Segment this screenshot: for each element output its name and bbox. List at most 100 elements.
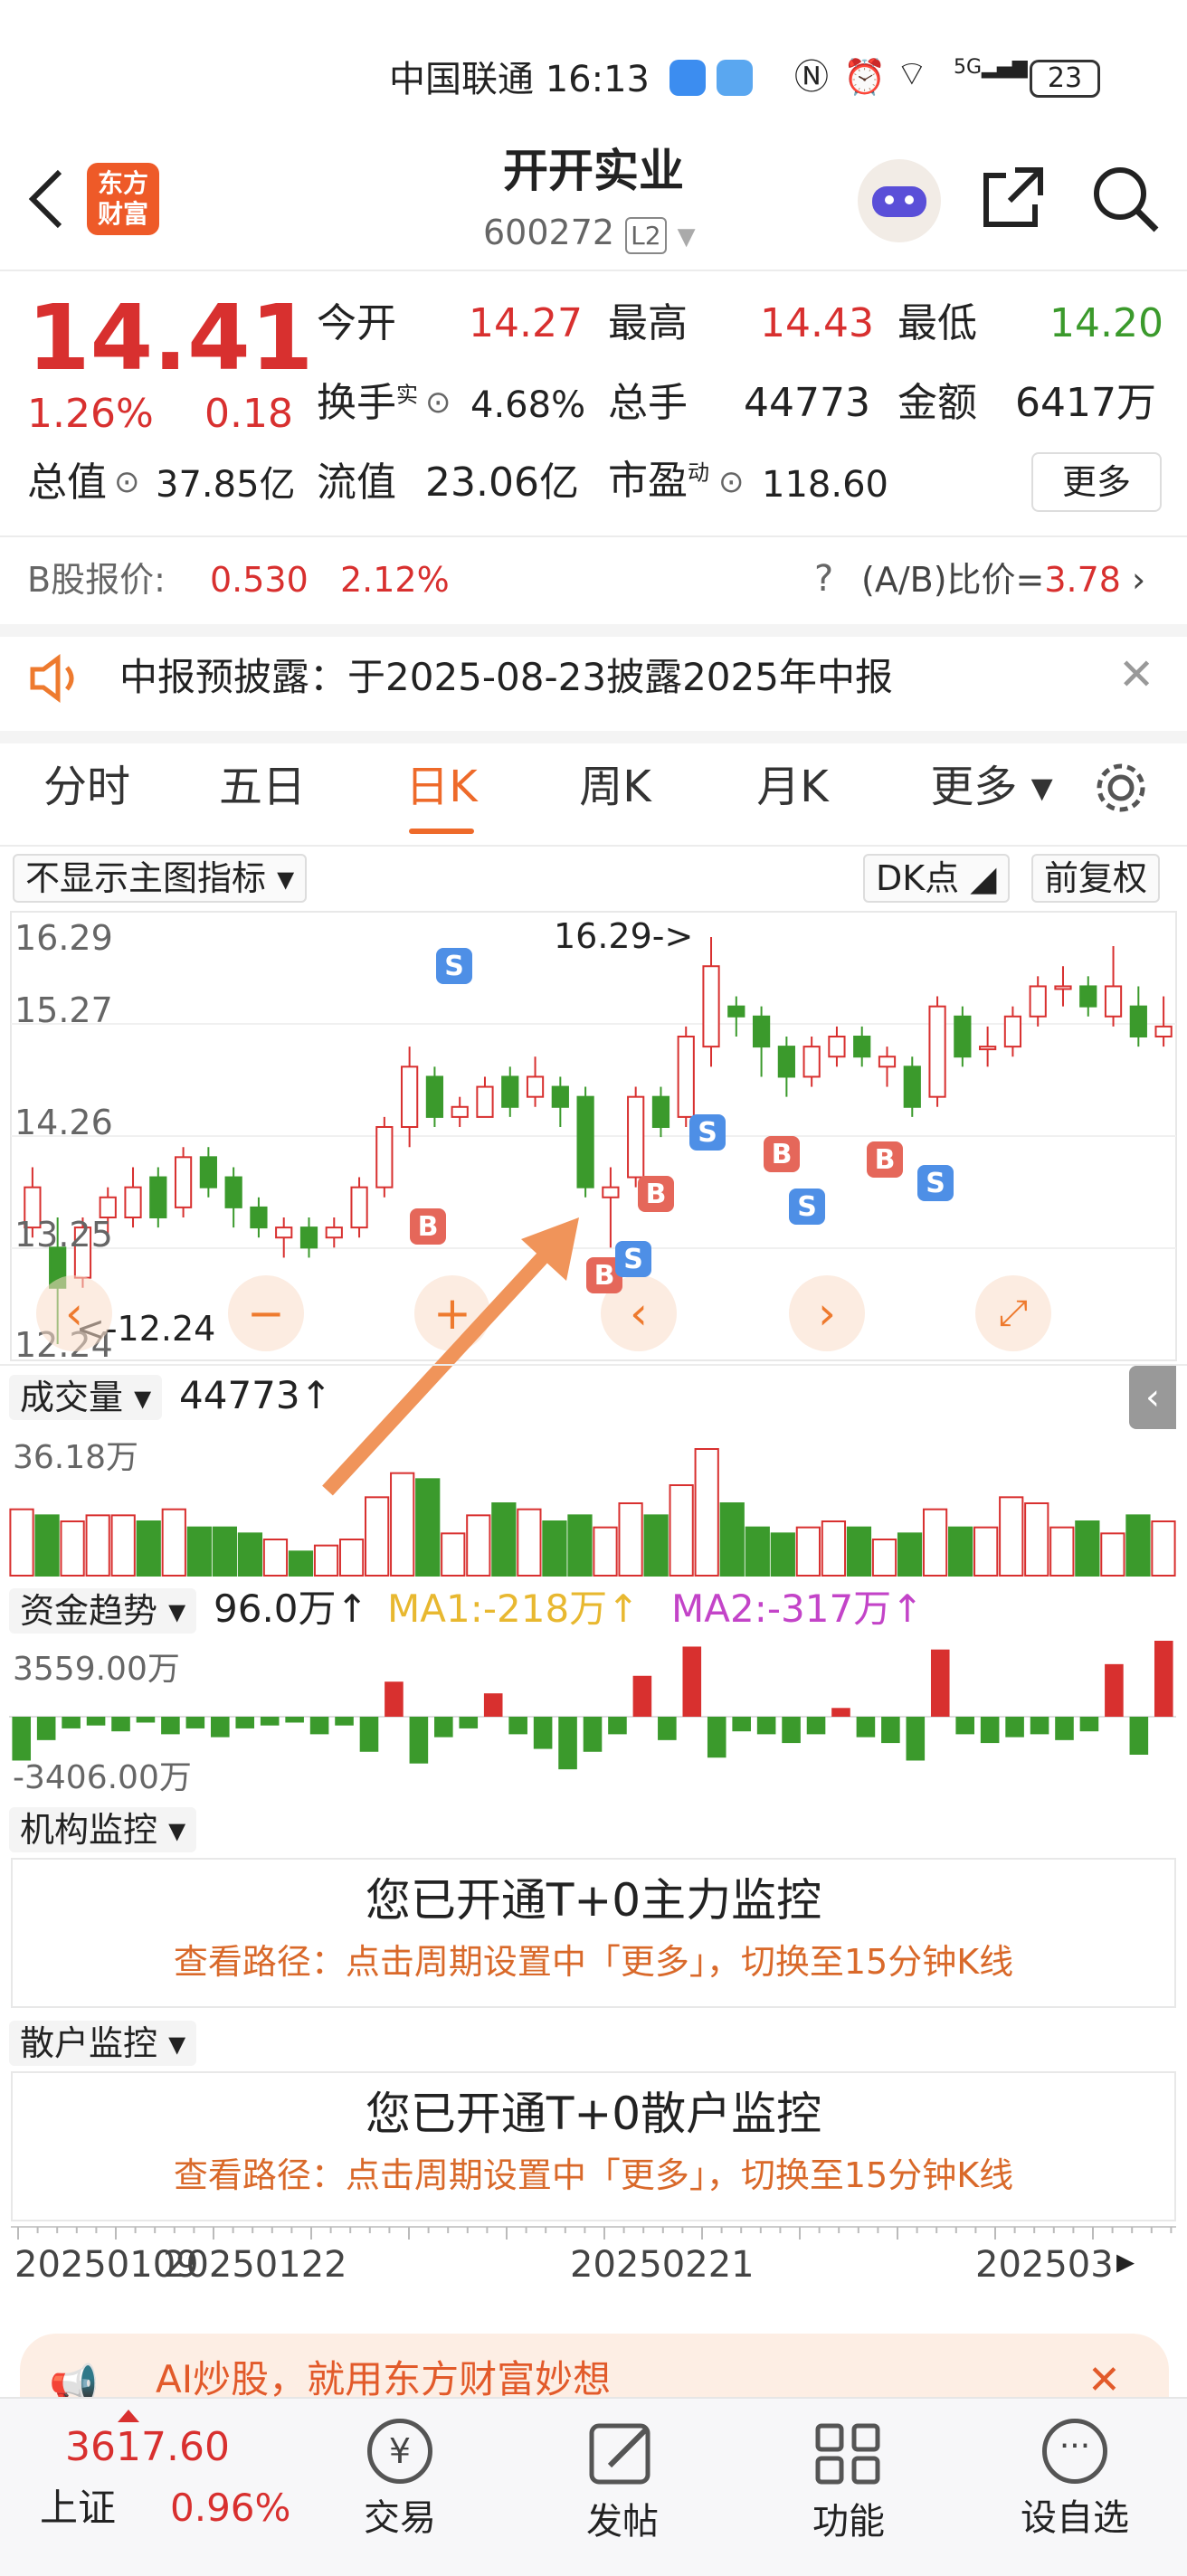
flow-bar (632, 1675, 652, 1717)
candle-body (576, 1095, 594, 1189)
nav-custom[interactable]: ··· 设自选 (1013, 2419, 1136, 2554)
tab-4[interactable]: 周K (561, 765, 669, 809)
flow-bar (782, 1717, 801, 1744)
volume-bar (466, 1514, 491, 1577)
candle-body (224, 1176, 242, 1208)
sell-signal-marker[interactable]: S (615, 1241, 651, 1277)
fullscreen-icon[interactable]: ⤢ (975, 1275, 1051, 1351)
sell-signal-marker[interactable]: S (917, 1165, 954, 1201)
inst-monitor-select[interactable]: 机构监控 ▾ (9, 1807, 197, 1852)
flow-bar (161, 1717, 180, 1735)
flow-bar (856, 1717, 876, 1738)
settings-gear-icon[interactable] (1091, 758, 1151, 818)
volume-bar (1049, 1526, 1075, 1577)
index-name[interactable]: 上证 (40, 2489, 116, 2527)
sell-signal-marker[interactable]: S (789, 1189, 825, 1225)
candle-body (149, 1176, 167, 1218)
index-up-icon (118, 2410, 139, 2422)
search-icon[interactable] (1089, 163, 1160, 235)
help-icon[interactable]: ? (814, 561, 833, 597)
volume-chart (9, 1448, 1176, 1577)
scroll-right-button[interactable]: › (789, 1275, 865, 1351)
share-icon[interactable] (979, 163, 1048, 232)
indicator-select[interactable]: 不显示主图指标 ▾ (13, 854, 308, 903)
index-pct[interactable]: 0.96% (170, 2489, 290, 2527)
volume-bar (669, 1484, 694, 1577)
flow-bar (806, 1717, 826, 1735)
functions-grid-icon (815, 2423, 880, 2485)
open-label: 今开 (317, 300, 396, 346)
volume-value: 44773 (744, 380, 870, 426)
ai-assistant-avatar[interactable] (858, 159, 941, 242)
flow-bar (309, 1717, 329, 1735)
tab-3[interactable]: 日K (387, 765, 496, 809)
buy-signal-marker[interactable]: B (638, 1176, 674, 1212)
tab-5[interactable]: 月K (738, 765, 847, 809)
tab-6[interactable]: 更多 ▾ (919, 765, 1064, 809)
change-pct: 1.26% (27, 391, 154, 437)
notice-text[interactable]: 中报预披露：于2025-08-23披露2025年中报 (119, 658, 893, 696)
nav-functions[interactable]: 功能 (805, 2419, 892, 2554)
nav-trade[interactable]: ¥ 交易 (356, 2419, 443, 2554)
volume-bar (161, 1508, 186, 1577)
tab-1[interactable]: 分时 (33, 765, 141, 809)
adjust-select[interactable]: 前复权 (1031, 854, 1161, 903)
volume-bar (871, 1539, 897, 1577)
volume-bar (948, 1526, 973, 1577)
candle-body (651, 1095, 670, 1129)
flow-bar (756, 1717, 776, 1735)
change-value: 0.18 (204, 391, 293, 437)
sell-signal-marker[interactable]: S (436, 948, 472, 984)
info-icon[interactable]: ⊙ (114, 467, 140, 497)
high-value: 14.43 (760, 300, 874, 346)
flow-bar (906, 1717, 926, 1761)
info-icon[interactable]: ⊙ (718, 467, 745, 497)
candle-body (1003, 1015, 1022, 1048)
date-scroll-right-icon[interactable]: ▸ (1116, 2243, 1135, 2279)
volume-latest: 44773↑ (179, 1373, 332, 1417)
capital-indicator-select[interactable]: 资金趋势 ▾ (9, 1588, 197, 1634)
high-marker: 16.29-> (554, 916, 694, 956)
close-icon[interactable]: ✕ (1118, 653, 1154, 696)
nfc-icon: Ⓝ (794, 57, 830, 97)
mktcap-value: 37.85亿 (156, 464, 296, 506)
scroll-left-fast-button[interactable]: ‹ (36, 1275, 112, 1351)
current-price: 14.41 (27, 285, 314, 391)
flow-bar (211, 1717, 230, 1738)
more-button[interactable]: 更多 (1031, 452, 1162, 512)
collapse-panel-icon[interactable]: ‹ (1129, 1366, 1176, 1429)
volume-bar (897, 1532, 923, 1577)
flow-bar (732, 1717, 751, 1732)
volume-indicator-select[interactable]: 成交量 ▾ (9, 1375, 163, 1420)
candle-body (954, 1015, 972, 1058)
flow-bar (831, 1708, 850, 1717)
candle-body (1079, 985, 1097, 1008)
ab-ratio[interactable]: (A/B)比价=3.78 › (861, 563, 1145, 597)
candle-body (727, 1005, 745, 1018)
flow-bar (335, 1717, 354, 1726)
buy-signal-marker[interactable]: B (764, 1136, 800, 1172)
retail-monitor-select[interactable]: 散户监控 ▾ (9, 2021, 197, 2066)
zoom-out-button[interactable]: − (228, 1275, 304, 1351)
flow-bar (359, 1717, 379, 1752)
candle-body (702, 965, 720, 1048)
amount-value: 6417万 (1015, 380, 1156, 426)
candle-body (275, 1226, 293, 1239)
volume-bar (770, 1532, 795, 1577)
stock-code[interactable]: 600272 L2 ▼ (483, 215, 696, 254)
retail-monitor-title: 您已开通T+0散户监控 (365, 2088, 822, 2140)
sell-signal-marker[interactable]: S (689, 1114, 726, 1151)
ad-close-icon[interactable]: ✕ (1087, 2361, 1121, 2401)
buy-signal-marker[interactable]: B (410, 1208, 446, 1245)
index-value[interactable]: 3617.60 (65, 2428, 230, 2467)
info-icon[interactable]: ⊙ (425, 387, 451, 418)
volume-bar (542, 1520, 567, 1577)
volume-bar (1151, 1520, 1176, 1577)
buy-signal-marker[interactable]: B (867, 1141, 903, 1178)
tab-2[interactable]: 五日 (208, 765, 317, 809)
nav-post[interactable]: 发帖 (579, 2419, 666, 2554)
volume-bar (1100, 1532, 1125, 1577)
dk-point-toggle[interactable]: DK点 ◢ (863, 854, 1010, 903)
flow-bar (409, 1717, 429, 1764)
candle-body (777, 1046, 795, 1078)
